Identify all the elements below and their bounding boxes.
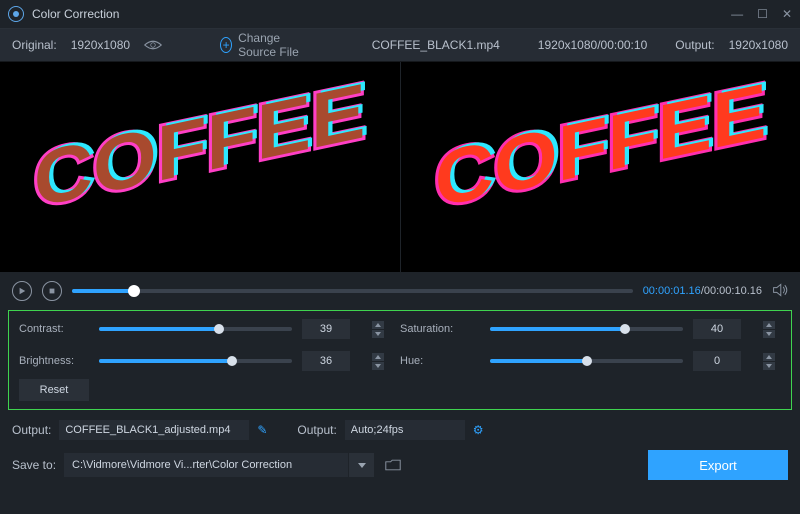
output-settings-row: Output: ✎ Output: ⚙: [0, 416, 800, 444]
hue-label: Hue:: [400, 355, 480, 367]
hue-slider[interactable]: [490, 359, 683, 363]
save-row: Save to: Export: [0, 444, 800, 486]
timeline-fill: [72, 289, 134, 293]
output-label: Output:: [675, 38, 714, 52]
export-button[interactable]: Export: [648, 450, 788, 480]
transport-bar: 00:00:01.16/00:00:10.16: [0, 272, 800, 310]
output-format-input[interactable]: [345, 420, 465, 440]
reset-button[interactable]: Reset: [19, 379, 89, 401]
original-resolution: 1920x1080: [71, 38, 130, 52]
volume-icon[interactable]: [772, 283, 788, 300]
open-folder-icon[interactable]: [382, 453, 404, 477]
preview-area: COFFEE COFFEE COFFEE COFFEE COFFEE COFFE…: [0, 62, 800, 272]
output-format-label: Output:: [297, 423, 336, 437]
save-path-dropdown[interactable]: [348, 453, 374, 477]
saturation-slider[interactable]: [490, 327, 683, 331]
window-controls: — ☐ ✕: [731, 7, 792, 21]
hue-input[interactable]: [693, 351, 741, 371]
timeline-thumb[interactable]: [128, 285, 140, 297]
stop-button[interactable]: [42, 281, 62, 301]
svg-text:COFFEE: COFFEE: [34, 67, 366, 224]
edit-filename-icon[interactable]: ✎: [257, 423, 267, 437]
preview-original: COFFEE COFFEE COFFEE: [0, 62, 401, 272]
toolbar: Original: 1920x1080 + Change Source File…: [0, 28, 800, 62]
output-filename-input[interactable]: [59, 420, 249, 440]
preview-toggle-icon[interactable]: [144, 39, 162, 51]
window-title: Color Correction: [32, 7, 119, 21]
current-time: 00:00:01.16: [643, 285, 701, 297]
app-logo-icon: [8, 6, 24, 22]
save-path-input[interactable]: [64, 453, 348, 477]
minimize-button[interactable]: —: [731, 7, 743, 21]
hue-stepper[interactable]: [763, 353, 781, 370]
contrast-label: Contrast:: [19, 323, 89, 335]
contrast-stepper[interactable]: [372, 321, 390, 338]
brightness-slider[interactable]: [99, 359, 292, 363]
change-source-label: Change Source File: [238, 31, 314, 59]
preview-adjusted: COFFEE COFFEE COFFEE: [401, 62, 800, 272]
saturation-input[interactable]: [693, 319, 741, 339]
timeline-slider[interactable]: [72, 289, 633, 293]
svg-text:COFFEE: COFFEE: [434, 67, 766, 224]
contrast-slider[interactable]: [99, 327, 292, 331]
source-filename: COFFEE_BLACK1.mp4: [372, 38, 500, 52]
saturation-stepper[interactable]: [763, 321, 781, 338]
output-filename-label: Output:: [12, 423, 51, 437]
source-res-duration: 1920x1080/00:00:10: [538, 38, 647, 52]
total-time: 00:00:10.16: [704, 285, 762, 297]
change-source-button[interactable]: + Change Source File: [220, 31, 314, 59]
play-button[interactable]: [12, 281, 32, 301]
save-path-box: [64, 453, 374, 477]
contrast-input[interactable]: [302, 319, 350, 339]
close-button[interactable]: ✕: [782, 7, 792, 21]
brightness-stepper[interactable]: [372, 353, 390, 370]
saturation-label: Saturation:: [400, 323, 480, 335]
save-to-label: Save to:: [12, 458, 56, 472]
plus-icon: +: [220, 37, 232, 53]
titlebar: Color Correction — ☐ ✕: [0, 0, 800, 28]
time-display: 00:00:01.16/00:00:10.16: [643, 285, 762, 297]
output-resolution: 1920x1080: [729, 38, 788, 52]
output-settings-icon[interactable]: ⚙: [473, 423, 484, 437]
color-controls-panel: Contrast: Saturation: Brightness: Hue:: [8, 310, 792, 410]
original-label: Original:: [12, 38, 57, 52]
maximize-button[interactable]: ☐: [757, 7, 768, 21]
brightness-input[interactable]: [302, 351, 350, 371]
brightness-label: Brightness:: [19, 355, 89, 367]
